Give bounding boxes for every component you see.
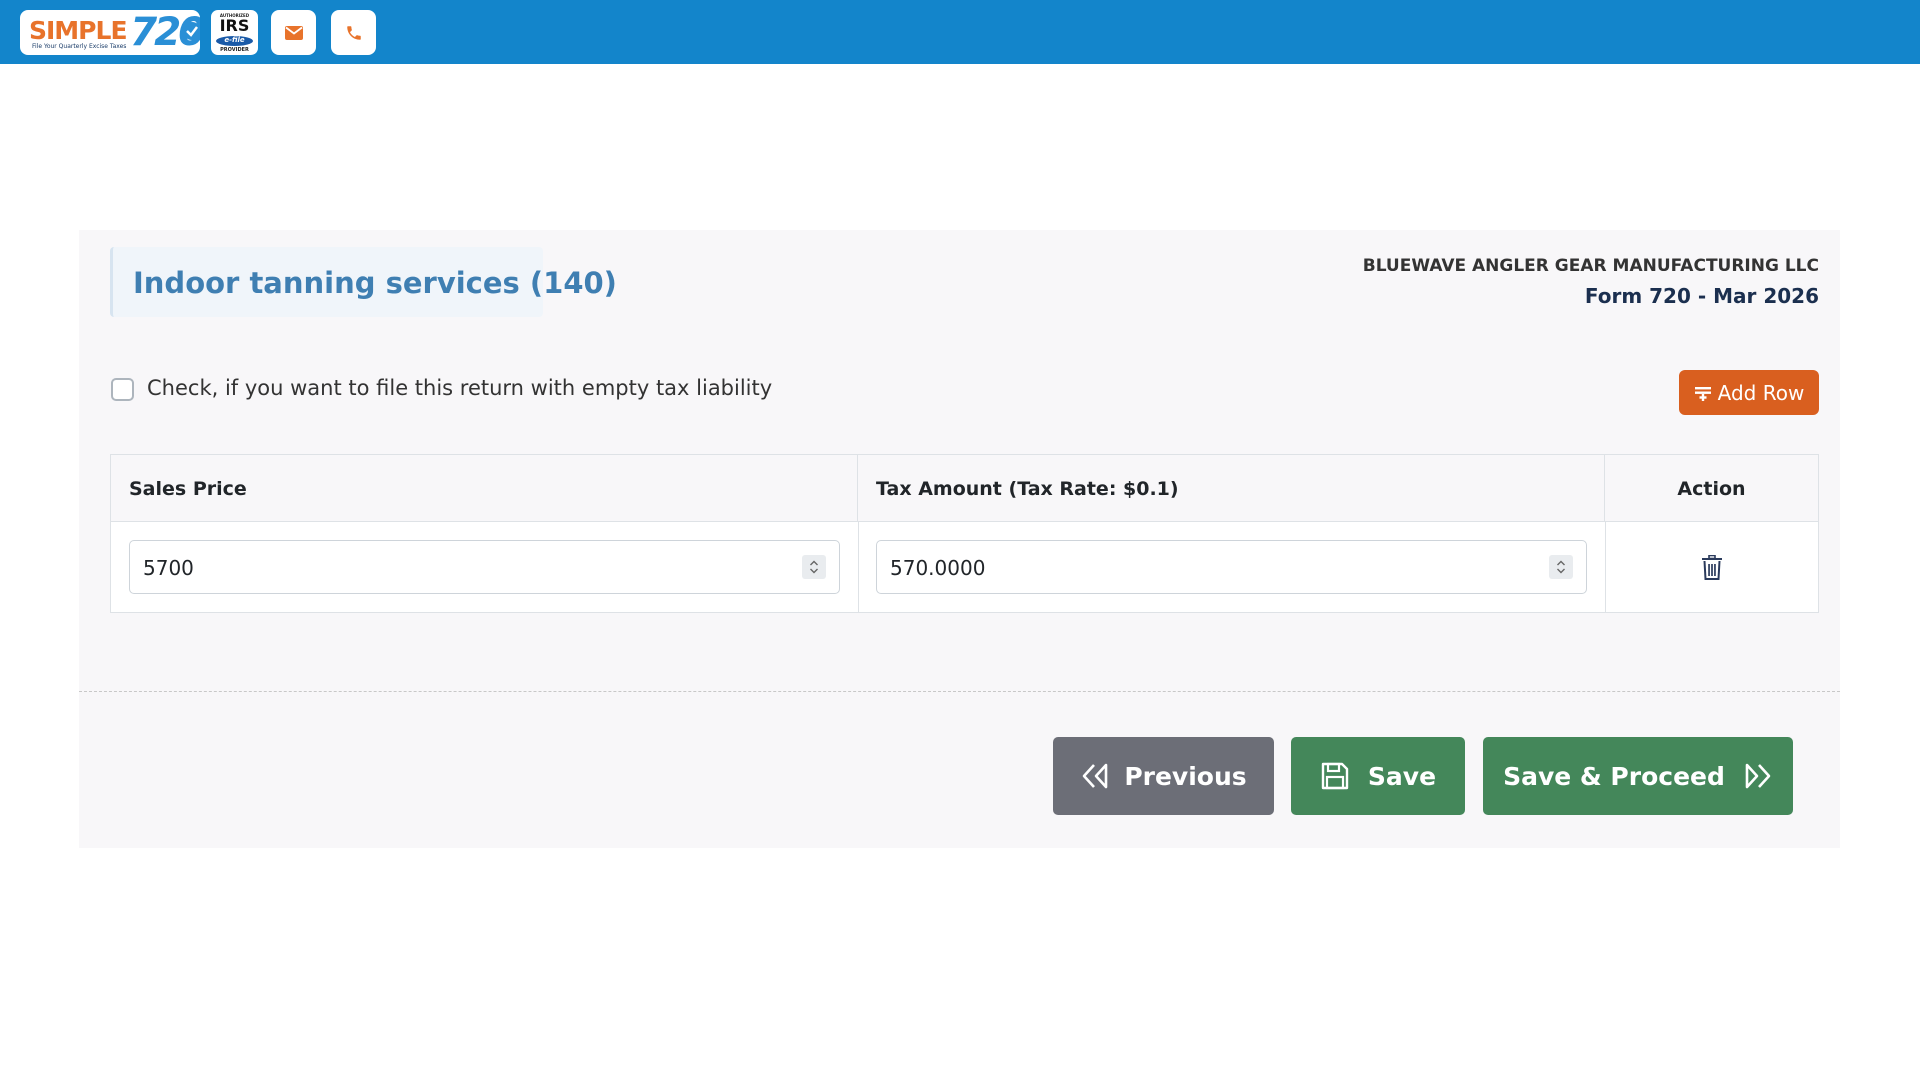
save-button[interactable]: Save xyxy=(1291,737,1465,815)
simple720-logo[interactable]: SIMPLE 720 File Your Quarterly Excise Ta… xyxy=(20,10,200,55)
tax-amount-input[interactable]: 570.0000 xyxy=(876,540,1587,594)
tax-amount-value: 570.0000 xyxy=(890,556,986,580)
tax-table: Sales Price Tax Amount (Tax Rate: $0.1) … xyxy=(110,454,1819,613)
envelope-icon xyxy=(284,25,303,40)
empty-liability-checkbox[interactable] xyxy=(111,378,134,401)
previous-label: Previous xyxy=(1124,761,1247,791)
trash-icon xyxy=(1702,555,1722,580)
sales-price-input[interactable]: 5700 xyxy=(129,540,840,594)
irs-efile-text: e-file xyxy=(224,36,245,44)
previous-button[interactable]: Previous xyxy=(1053,737,1274,815)
top-bar: SIMPLE 720 File Your Quarterly Excise Ta… xyxy=(0,0,1920,64)
delete-row-button[interactable] xyxy=(1700,555,1724,581)
double-chevron-left-icon xyxy=(1080,761,1110,791)
irs-text: IRS xyxy=(219,16,250,35)
header-tax-amount: Tax Amount (Tax Rate: $0.1) xyxy=(858,455,1605,522)
email-button[interactable] xyxy=(271,10,316,55)
irs-efile-badge: AUTHORIZED IRS e-file PROVIDER xyxy=(211,10,258,55)
header-action-label: Action xyxy=(1677,478,1746,500)
tax-amount-spinner[interactable] xyxy=(1549,555,1573,579)
phone-icon xyxy=(346,25,361,40)
empty-liability-label: Check, if you want to file this return w… xyxy=(147,376,773,400)
company-name: BLUEWAVE ANGLER GEAR MANUFACTURING LLC xyxy=(1362,256,1819,276)
spinner-arrows-icon xyxy=(810,560,818,574)
header-sales-price-label: Sales Price xyxy=(129,478,247,500)
sales-price-spinner[interactable] xyxy=(802,555,826,579)
irs-provider-text: PROVIDER xyxy=(220,47,249,53)
sales-price-value: 5700 xyxy=(143,556,194,580)
header-action: Action xyxy=(1605,455,1818,522)
header-tax-amount-label: Tax Amount (Tax Rate: $0.1) xyxy=(876,478,1179,500)
save-label: Save xyxy=(1367,761,1437,791)
double-chevron-right-icon xyxy=(1743,761,1773,791)
floppy-disk-icon xyxy=(1320,761,1350,791)
footer-divider xyxy=(79,691,1840,692)
form-period: Form 720 - Mar 2026 xyxy=(1584,284,1819,308)
page-title: Indoor tanning services (140) xyxy=(133,266,617,300)
logo-brand-text: SIMPLE xyxy=(29,16,128,45)
phone-button[interactable] xyxy=(331,10,376,55)
add-row-icon xyxy=(1694,384,1712,402)
save-and-proceed-label: Save & Proceed xyxy=(1503,761,1725,791)
spinner-arrows-icon xyxy=(1557,560,1565,574)
add-row-button[interactable]: Add Row xyxy=(1679,370,1819,415)
add-row-label: Add Row xyxy=(1717,380,1805,405)
column-divider xyxy=(858,522,859,612)
logo-tagline: File Your Quarterly Excise Taxes xyxy=(32,43,127,50)
column-divider xyxy=(1605,522,1606,612)
header-sales-price: Sales Price xyxy=(111,455,858,522)
save-and-proceed-button[interactable]: Save & Proceed xyxy=(1483,737,1793,815)
logo-check-icon xyxy=(183,22,200,40)
section-title-box: Indoor tanning services (140) xyxy=(110,247,617,317)
